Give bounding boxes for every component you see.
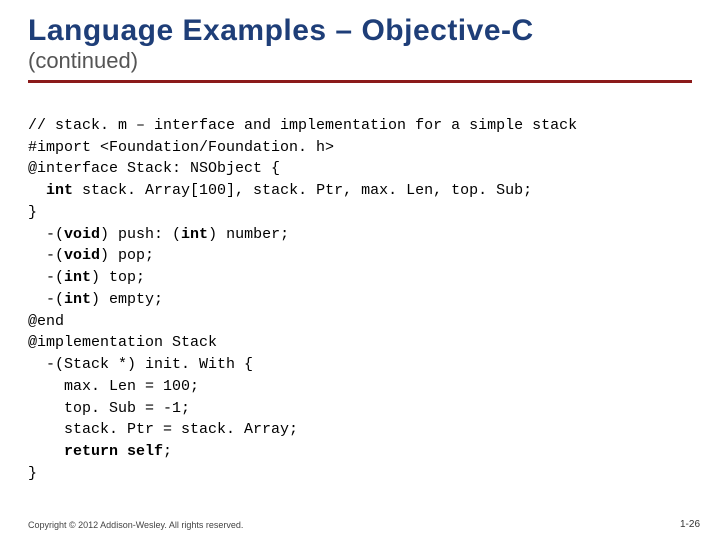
code-text: ) number; bbox=[208, 226, 289, 243]
code-line: -(int) empty; bbox=[28, 291, 163, 308]
code-indent bbox=[28, 443, 64, 460]
keyword: return self bbox=[64, 443, 163, 460]
code-indent: -( bbox=[28, 247, 64, 264]
code-indent: -( bbox=[28, 269, 64, 286]
code-indent bbox=[28, 182, 46, 199]
code-line: } bbox=[28, 204, 37, 221]
code-line: @interface Stack: NSObject { bbox=[28, 160, 280, 177]
keyword: void bbox=[64, 247, 100, 264]
code-text: ) top; bbox=[91, 269, 145, 286]
code-line: // stack. m – interface and implementati… bbox=[28, 117, 577, 134]
keyword: int bbox=[64, 269, 91, 286]
code-line: } bbox=[28, 465, 37, 482]
keyword: int bbox=[46, 182, 73, 199]
code-line: #import <Foundation/Foundation. h> bbox=[28, 139, 334, 156]
copyright-footer: Copyright © 2012 Addison-Wesley. All rig… bbox=[28, 520, 243, 530]
code-line: max. Len = 100; bbox=[28, 378, 199, 395]
code-line: -(int) top; bbox=[28, 269, 145, 286]
code-indent: -( bbox=[28, 226, 64, 243]
code-text: ) pop; bbox=[100, 247, 154, 264]
code-block: // stack. m – interface and implementati… bbox=[28, 93, 692, 485]
code-line: -(void) pop; bbox=[28, 247, 154, 264]
code-line: top. Sub = -1; bbox=[28, 400, 190, 417]
page-number: 1-26 bbox=[680, 519, 700, 530]
code-line: int stack. Array[100], stack. Ptr, max. … bbox=[28, 182, 532, 199]
title-rule bbox=[28, 80, 692, 83]
code-text: ) empty; bbox=[91, 291, 163, 308]
keyword: int bbox=[181, 226, 208, 243]
code-line: -(Stack *) init. With { bbox=[28, 356, 253, 373]
code-line: -(void) push: (int) number; bbox=[28, 226, 289, 243]
code-line: return self; bbox=[28, 443, 172, 460]
code-text: ) push: ( bbox=[100, 226, 181, 243]
code-line: stack. Ptr = stack. Array; bbox=[28, 421, 298, 438]
slide-container: Language Examples – Objective-C (continu… bbox=[0, 0, 720, 540]
keyword: int bbox=[64, 291, 91, 308]
code-indent: -( bbox=[28, 291, 64, 308]
keyword: void bbox=[64, 226, 100, 243]
code-text: stack. Array[100], stack. Ptr, max. Len,… bbox=[73, 182, 532, 199]
code-line: @implementation Stack bbox=[28, 334, 217, 351]
code-text: ; bbox=[163, 443, 172, 460]
slide-subtitle: (continued) bbox=[28, 48, 692, 74]
code-line: @end bbox=[28, 313, 64, 330]
slide-title: Language Examples – Objective-C bbox=[28, 14, 692, 48]
